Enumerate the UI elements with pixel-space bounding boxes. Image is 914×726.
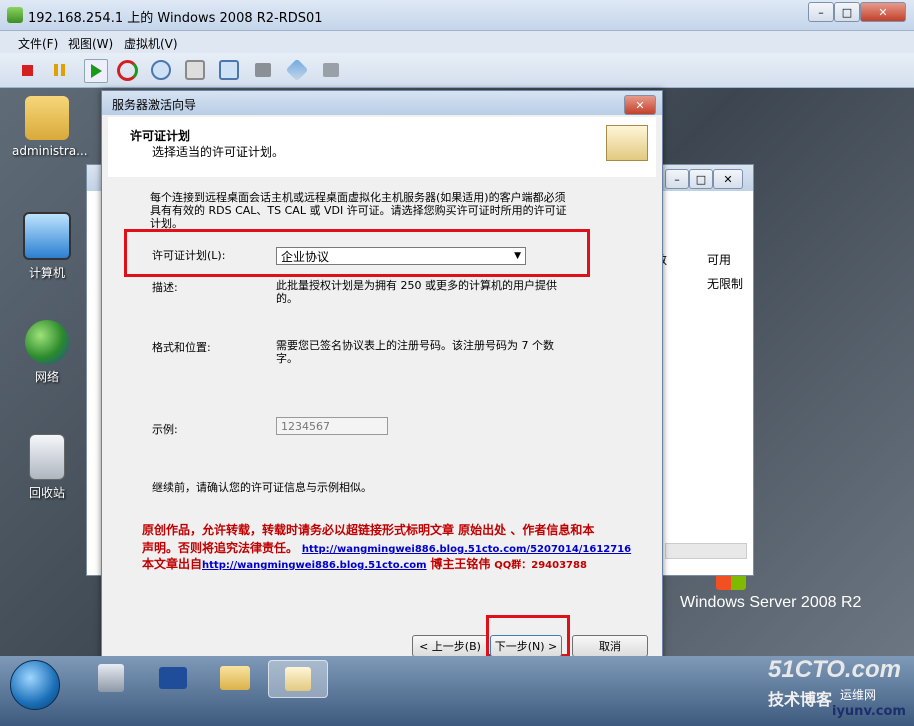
next-button[interactable]: 下一步(N) > xyxy=(490,635,562,657)
desktop-icon-label: 计算机 xyxy=(28,266,65,280)
wizard-header: 许可证计划 选择适当的许可证计划。 xyxy=(108,117,656,178)
activation-wizard-dialog: 服务器激活向导 ✕ 许可证计划 选择适当的许可证计划。 每个连接到远程桌面会话主… xyxy=(101,90,663,662)
user-folder-icon xyxy=(25,96,69,140)
format-label: 格式和位置: xyxy=(152,341,211,354)
bg-horizontal-scrollbar[interactable] xyxy=(665,543,747,559)
taskbar: 51CTO.com 技术博客 运维网 iyunv.com xyxy=(0,656,914,726)
desc-text: 此批量授权计划是为拥有 250 或更多的计算机的用户提供的。 xyxy=(276,279,557,305)
pause-icon[interactable] xyxy=(48,59,70,81)
bg-close-button[interactable]: ✕ xyxy=(713,169,743,189)
article-link[interactable]: http://wangmingwei886.blog.51cto.com/520… xyxy=(302,544,631,555)
properties-icon[interactable] xyxy=(320,59,342,81)
wizard-heading: 许可证计划 xyxy=(130,129,191,143)
powershell-icon[interactable] xyxy=(144,660,202,696)
certificate-icon xyxy=(606,125,648,161)
site-corner-cn: 运维网 xyxy=(840,688,877,702)
chevron-down-icon: ▼ xyxy=(514,251,521,261)
close-button[interactable]: ✕ xyxy=(860,2,906,22)
settings-icon[interactable] xyxy=(285,58,309,82)
window-title: 192.168.254.1 上的 Windows 2008 R2-RDS01 xyxy=(28,11,323,26)
example-label: 示例: xyxy=(152,423,178,436)
confirm-text: 继续前，请确认您的许可证信息与示例相似。 xyxy=(152,481,372,494)
checkpoint-icon[interactable] xyxy=(218,59,240,81)
plan-label: 许可证计划(L): xyxy=(152,249,226,262)
save-icon[interactable] xyxy=(252,59,274,81)
wizard-subheading: 选择适当的许可证计划。 xyxy=(152,145,285,159)
desktop-icon-label: 回收站 xyxy=(28,486,65,500)
bg-minimize-button[interactable]: – xyxy=(665,169,689,189)
minimize-button[interactable]: – xyxy=(808,2,834,22)
back-button[interactable]: < 上一步(B) xyxy=(412,635,488,657)
license-plan-value: 企业协议 xyxy=(281,249,330,264)
site-logo: 51CTO.com xyxy=(768,656,901,683)
wizard-titlebar: 服务器激活向导 ✕ xyxy=(102,91,662,115)
revert-icon[interactable] xyxy=(184,59,206,81)
wizard-body: 每个连接到远程桌面会话主机或远程桌面虚拟化主机服务器(如果适用)的客户端都必须具… xyxy=(108,177,656,621)
desktop-icon-label: administra... xyxy=(12,144,88,158)
start-button[interactable] xyxy=(10,660,60,710)
reset-icon[interactable] xyxy=(116,59,138,81)
desktop-icon-administrator[interactable]: administra... xyxy=(12,96,88,158)
desktop-icon-computer[interactable]: 计算机 xyxy=(12,212,82,281)
watermark-line-1: 原创作品，允许转载，转载时请务必以超链接形式标明文章 原始出处 、作者信息和本 xyxy=(142,523,595,537)
cancel-button[interactable]: 取消 xyxy=(572,635,648,657)
bg-maximize-button[interactable]: □ xyxy=(689,169,713,189)
bg-column-header: 可用 xyxy=(707,253,732,267)
example-field: 1234567 xyxy=(276,417,388,435)
bg-cell: 无限制 xyxy=(707,277,744,291)
format-text: 需要您已签名协议表上的注册号码。该注册号码为 7 个数字。 xyxy=(276,339,554,365)
activation-wizard-icon[interactable] xyxy=(268,660,328,698)
menu-vm[interactable]: 虚拟机(V) xyxy=(124,35,178,52)
license-plan-select[interactable]: 企业协议 ▼ xyxy=(276,247,526,265)
server-manager-icon[interactable] xyxy=(82,660,140,696)
wizard-title: 服务器激活向导 xyxy=(112,98,197,112)
menu-view[interactable]: 视图(W) xyxy=(68,35,113,52)
recycle-bin-icon xyxy=(29,434,65,480)
blog-link[interactable]: http://wangmingwei886.blog.51cto.com xyxy=(202,560,427,571)
vm-icon xyxy=(7,7,23,23)
stop-icon[interactable] xyxy=(16,59,38,81)
intro-text: 每个连接到远程桌面会话主机或远程桌面虚拟化主机服务器(如果适用)的客户端都必须具… xyxy=(150,191,567,230)
play-icon[interactable] xyxy=(84,59,108,83)
network-icon xyxy=(25,320,69,364)
site-sub: 技术博客 xyxy=(768,690,833,709)
desktop-icon-label: 网络 xyxy=(34,370,59,384)
menu-bar: 文件(F) 视图(W) 虚拟机(V) xyxy=(0,31,914,53)
desc-label: 描述: xyxy=(152,281,178,294)
desktop-icon-network[interactable]: 网络 xyxy=(12,320,82,385)
menu-file[interactable]: 文件(F) xyxy=(18,35,58,52)
desktop-icon-recycle-bin[interactable]: 回收站 xyxy=(12,434,82,501)
maximize-button[interactable]: □ xyxy=(834,2,860,22)
explorer-icon[interactable] xyxy=(206,660,264,696)
watermark-line-2: 声明。否则将追究法律责任。 http://wangmingwei886.blog… xyxy=(142,541,632,555)
vm-toolbar xyxy=(0,53,914,88)
computer-icon xyxy=(23,212,71,260)
snapshot-icon[interactable] xyxy=(150,59,172,81)
vm-titlebar: 192.168.254.1 上的 Windows 2008 R2-RDS01 –… xyxy=(0,0,914,31)
wizard-close-button[interactable]: ✕ xyxy=(624,95,656,115)
site-corner: iyunv.com xyxy=(832,704,906,719)
watermark-line-3: 本文章出自http://wangmingwei886.blog.51cto.co… xyxy=(142,557,587,571)
